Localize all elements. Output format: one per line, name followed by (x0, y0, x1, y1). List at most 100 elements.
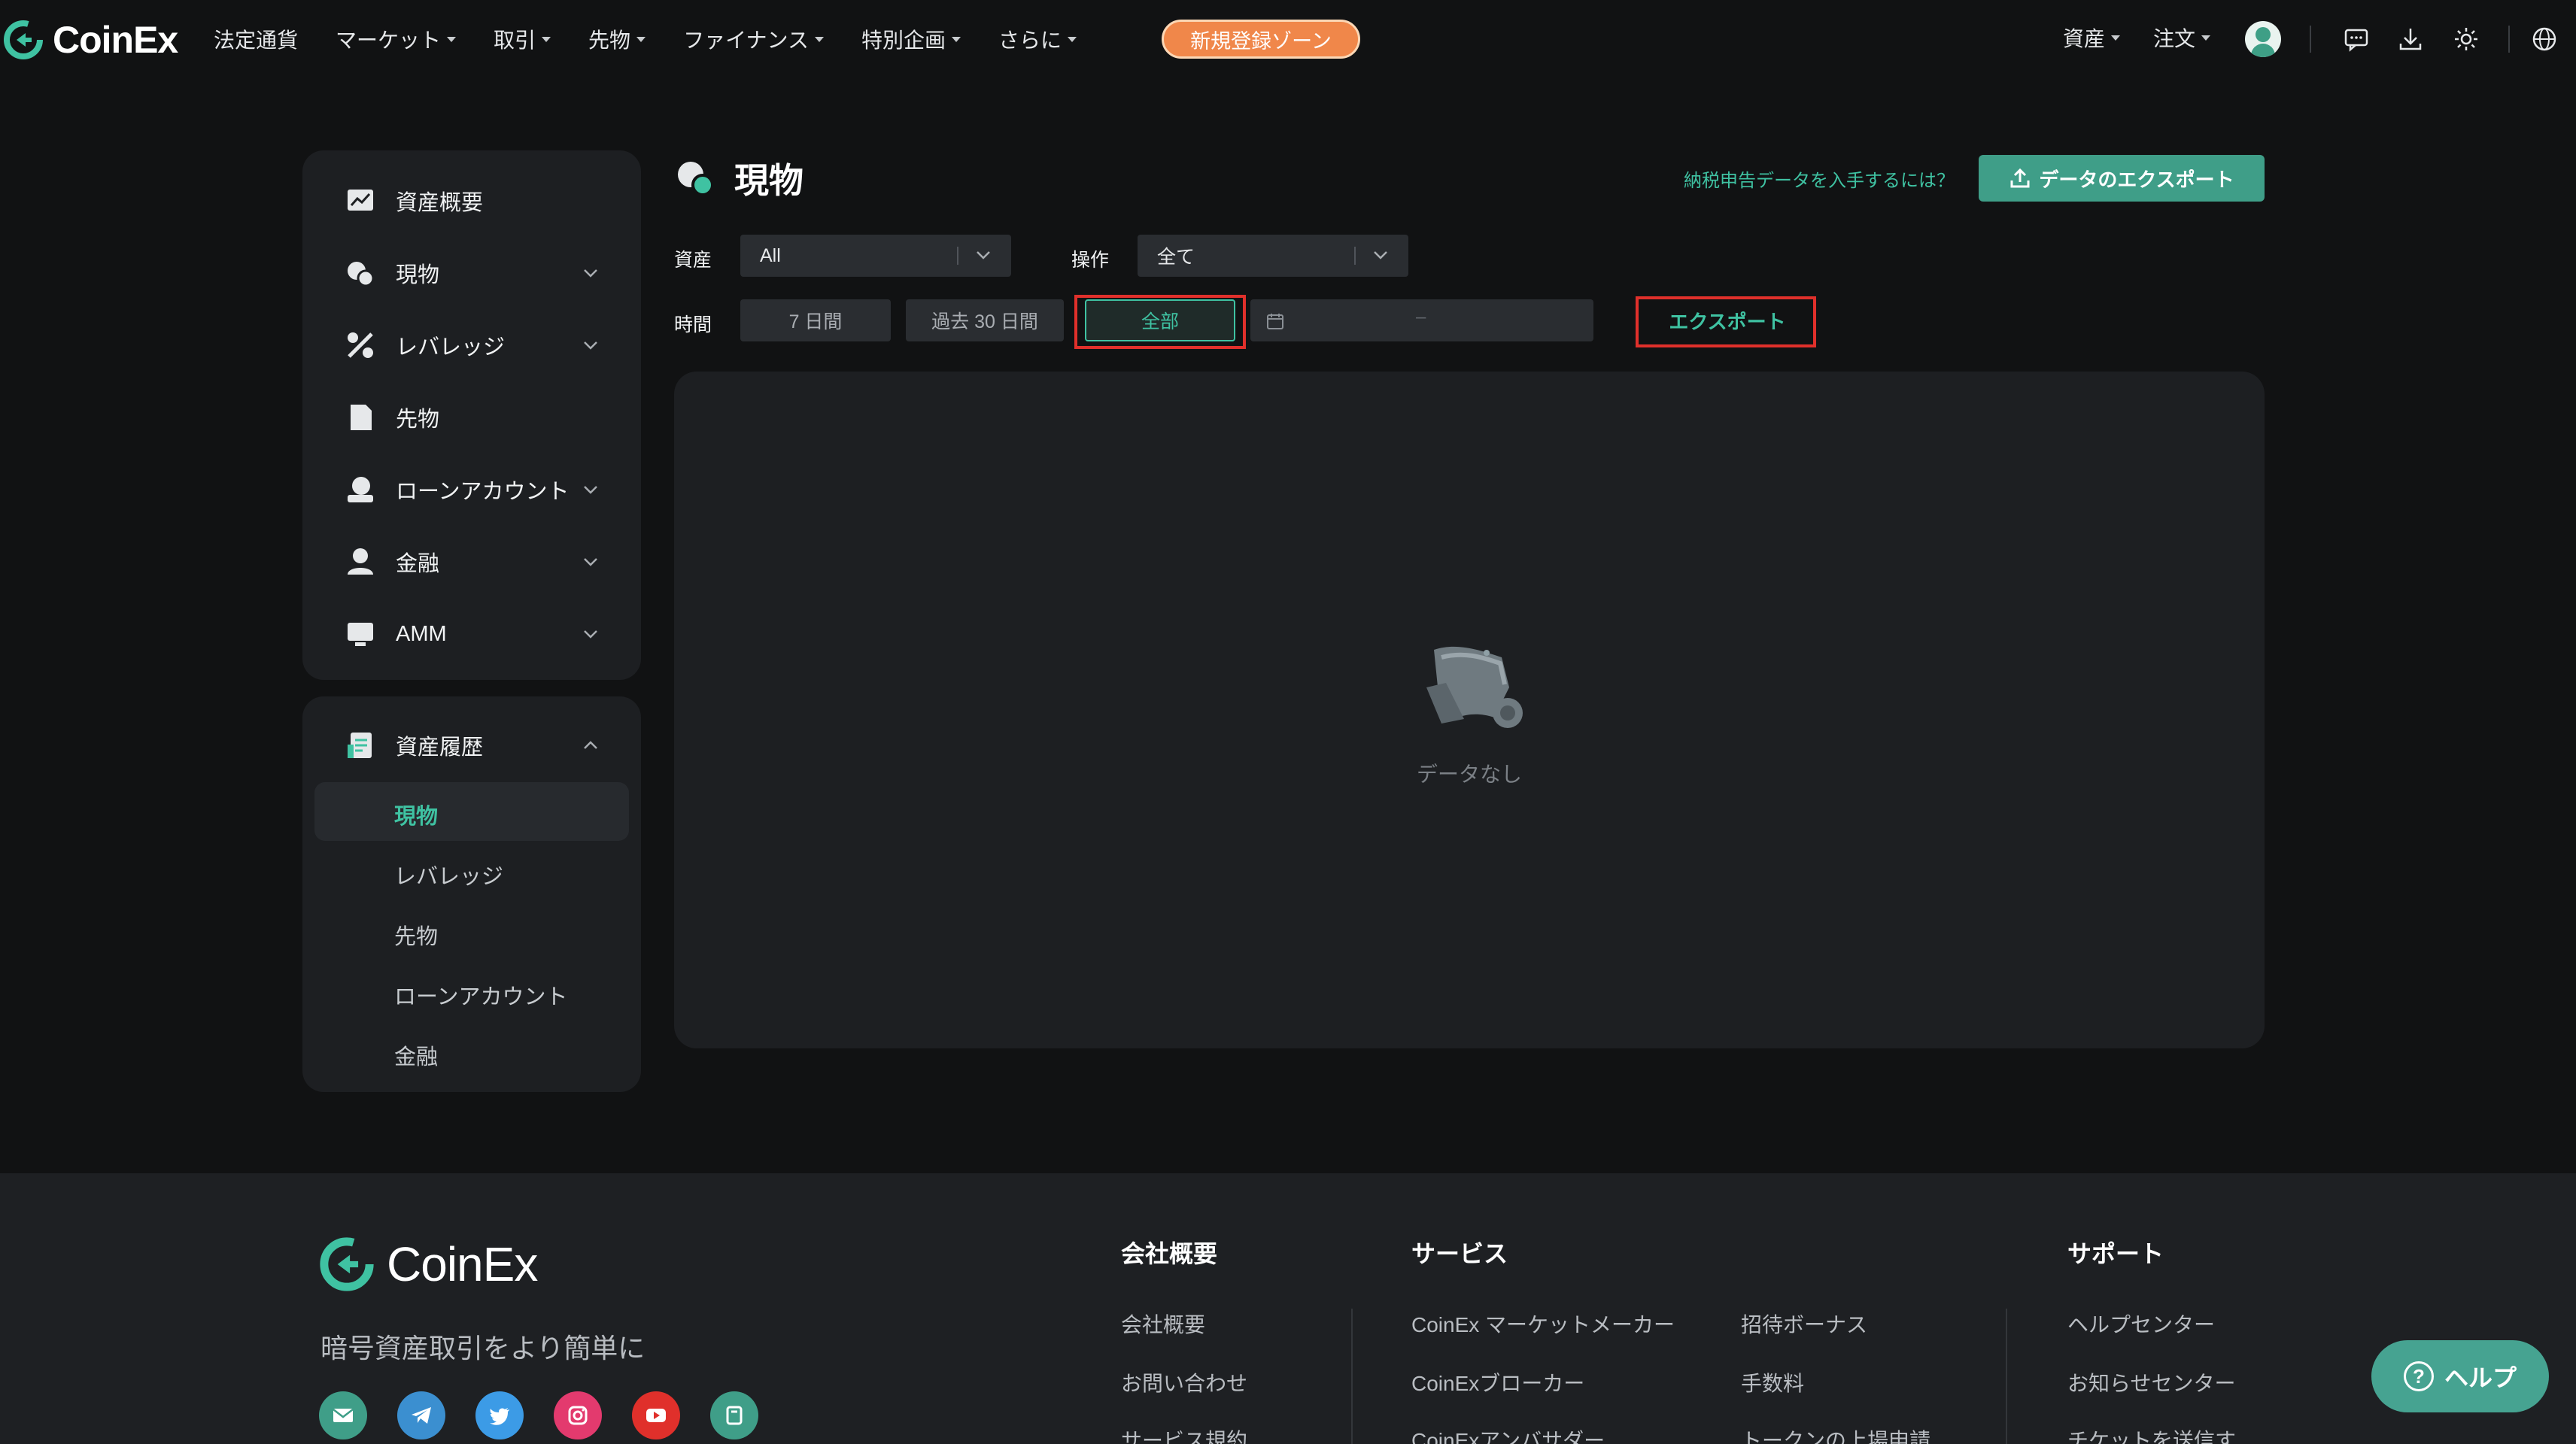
medium-icon[interactable] (710, 1391, 758, 1439)
footer-slogan: 暗号資産取引をより簡単に (320, 1333, 646, 1364)
footer-link-announcements[interactable]: お知らせセンター (2067, 1367, 2235, 1397)
date-range-picker[interactable]: – (1250, 299, 1593, 341)
caret-down-icon (542, 36, 551, 42)
active-item-highlight (314, 782, 629, 841)
nav-special[interactable]: 特別企画 (861, 24, 961, 54)
footer-link-listing[interactable]: トークンの上場申請 (1741, 1424, 1930, 1444)
footer-link-help-center[interactable]: ヘルプセンター (2067, 1309, 2215, 1339)
download-icon[interactable] (2397, 26, 2424, 53)
footer-link-broker[interactable]: CoinExブローカー (1411, 1367, 1584, 1397)
nav-orders[interactable]: 注文 (2153, 23, 2211, 53)
nav-fiat-label: 法定通貨 (214, 29, 299, 52)
coinex-logo[interactable]: CoinEx (3, 18, 178, 62)
footer-logo[interactable]: CoinEx (319, 1236, 538, 1292)
chevron-down-icon[interactable] (582, 484, 599, 495)
footer-link-market-maker[interactable]: CoinEx マーケットメーカー (1411, 1309, 1675, 1339)
footer-heading-services: サービス (1411, 1240, 1508, 1267)
chevron-down-icon[interactable] (582, 340, 599, 350)
operation-select[interactable]: 全て (1138, 235, 1408, 277)
page-title: 現物 (674, 153, 803, 203)
sidebar-item-label: 現物 (396, 263, 440, 287)
sidebar-item-label: 先物 (396, 408, 440, 432)
chevron-down-icon[interactable] (582, 629, 599, 639)
sidebar-item-margin[interactable]: レバレッジ (345, 326, 505, 364)
time-option-30d[interactable]: 過去 30 日間 (906, 299, 1064, 341)
divider (957, 247, 958, 265)
nav-futures[interactable]: 先物 (588, 24, 646, 54)
footer-link-submit-ticket[interactable]: チケットを送信す (2067, 1424, 2236, 1444)
chevron-down-icon[interactable] (582, 557, 599, 567)
asset-select[interactable]: All (740, 235, 1011, 277)
footer-link-referral[interactable]: 招待ボーナス (1741, 1309, 1867, 1339)
nav-markets[interactable]: マーケット (336, 24, 457, 54)
loan-icon (348, 477, 373, 502)
globe-icon[interactable] (2531, 26, 2558, 53)
upload-icon (2010, 168, 2030, 188)
help-button-label: ヘルプ (2444, 1364, 2517, 1391)
nav-more-label: さらに (998, 29, 1062, 52)
sidebar-item-asset-overview[interactable]: 資産概要 (345, 182, 483, 220)
footer-logo-text: CoinEx (387, 1237, 538, 1291)
sidebar-subitem-loan[interactable]: ローンアカウント (394, 979, 568, 1011)
nav-fiat[interactable]: 法定通貨 (214, 24, 298, 54)
nav-more[interactable]: さらに (998, 24, 1077, 54)
sidebar-subitem-finance[interactable]: 金融 (394, 1039, 438, 1071)
chevron-down-icon (1374, 251, 1387, 259)
time-option-7d[interactable]: 7 日間 (740, 299, 891, 341)
nav-assets[interactable]: 資産 (2063, 23, 2121, 53)
margin-icon (348, 332, 373, 358)
operation-select-value: 全て (1157, 247, 1195, 268)
chevron-up-icon[interactable] (582, 740, 599, 751)
caret-down-icon (2111, 35, 2121, 41)
footer-link-contact[interactable]: お問い合わせ (1121, 1367, 1247, 1397)
footer-link-fees[interactable]: 手数料 (1741, 1367, 1804, 1397)
sidebar-item-spot[interactable]: 現物 (345, 254, 439, 292)
sidebar-item-futures[interactable]: 先物 (345, 399, 439, 436)
operation-filter-label: 操作 (1071, 250, 1110, 271)
export-data-button[interactable]: データのエクスポート (1979, 155, 2265, 202)
footer-link-ambassador[interactable]: CoinExアンバサダー (1411, 1424, 1605, 1444)
asset-select-value: All (760, 244, 781, 266)
sidebar-item-finance[interactable]: 金融 (345, 543, 439, 581)
footer-heading-company: 会社概要 (1121, 1240, 1218, 1267)
instagram-icon[interactable] (554, 1391, 602, 1439)
sidebar-assets-card: 資産概要 現物 レバレッジ 先物 ローンアカウント 金融 AMM (302, 150, 641, 680)
footer-link-about[interactable]: 会社概要 (1121, 1309, 1205, 1339)
theme-sun-icon[interactable] (2453, 26, 2480, 53)
nav-finance[interactable]: ファイナンス (683, 24, 824, 54)
spot-icon (348, 262, 375, 287)
sidebar-subitem-spot[interactable]: 現物 (394, 799, 438, 830)
tax-data-link[interactable]: 納税申告データを入手するには？ (1684, 165, 1955, 192)
sidebar-subitem-futures[interactable]: 先物 (394, 919, 438, 951)
nav-finance-label: ファイナンス (683, 29, 809, 52)
time-filter-label: 時間 (674, 314, 712, 335)
signup-zone-button[interactable]: 新規登録ゾーン (1162, 20, 1360, 59)
twitter-icon[interactable] (475, 1391, 524, 1439)
spot-icon (678, 162, 714, 196)
chevron-down-icon[interactable] (582, 268, 599, 278)
youtube-icon[interactable] (632, 1391, 680, 1439)
avatar[interactable] (2245, 21, 2281, 57)
nav-trade[interactable]: 取引 (494, 24, 551, 54)
sidebar-item-amm[interactable]: AMM (345, 615, 447, 653)
asset-history-icon (348, 733, 372, 758)
divider (2508, 26, 2510, 53)
sidebar-item-asset-history[interactable]: 資産履歴 (345, 727, 483, 764)
futures-icon (351, 405, 372, 430)
sidebar-item-loan[interactable]: ローンアカウント (345, 471, 570, 508)
help-button[interactable]: ? ヘルプ (2371, 1340, 2549, 1412)
highlight-box (1074, 295, 1246, 349)
sidebar-subitem-margin[interactable]: レバレッジ (394, 859, 503, 890)
footer-link-terms[interactable]: サービス規約 (1121, 1424, 1247, 1444)
footer-divider (2006, 1309, 2007, 1444)
sidebar-item-label: 金融 (396, 552, 440, 576)
message-icon[interactable] (2343, 26, 2370, 53)
caret-down-icon (814, 36, 824, 42)
chevron-down-icon (977, 251, 990, 259)
email-icon[interactable] (319, 1391, 367, 1439)
divider (2310, 26, 2311, 53)
asset-filter-label: 資産 (674, 250, 712, 271)
sidebar-item-label: レバレッジ (396, 335, 506, 359)
telegram-icon[interactable] (397, 1391, 445, 1439)
nav-assets-label: 資産 (2063, 27, 2106, 50)
